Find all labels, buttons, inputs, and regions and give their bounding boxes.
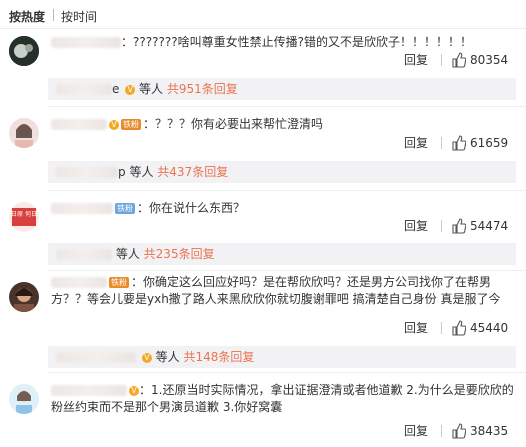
fan-level-badge: 铁粉 (115, 203, 135, 214)
avatar-image (9, 384, 39, 414)
comment-text: ：???????啥叫尊重女性禁止传播?错的又不是欣欣子！！！！！！ (121, 35, 472, 49)
avatar[interactable] (9, 384, 39, 414)
sub-reply-prefix: p (118, 165, 126, 179)
sub-reply-usernames (56, 167, 118, 178)
avatar[interactable]: 转日原 何日原 (9, 202, 39, 232)
like-count: 38435 (470, 424, 509, 438)
like-count: 80354 (470, 53, 509, 67)
comment-text-wrap: 铁粉 ：你确定这么回应好吗？是在帮欣欣吗？还是男方公司找你了在帮男方？？等会儿要是… (51, 274, 516, 308)
like-count: 45440 (470, 321, 509, 335)
username[interactable] (51, 277, 107, 288)
avatar[interactable] (9, 118, 39, 148)
comment-text-wrap: 铁粉 ：你在说什么东西？ (51, 200, 516, 217)
action-divider (441, 220, 442, 232)
tab-by-hot[interactable]: 按热度 (9, 8, 45, 25)
like-icon[interactable] (452, 218, 466, 234)
sort-tabs: 按热度 按时间 (0, 0, 526, 29)
like-count: 54474 (470, 219, 509, 233)
reply-button[interactable]: 回复 (404, 320, 428, 336)
divider (48, 106, 526, 107)
avatar-image: 转日原 何日原 (9, 202, 39, 232)
sub-reply-people: 等人 (115, 247, 140, 261)
more-replies-link[interactable]: 共951条回复 (167, 82, 238, 96)
action-divider (441, 425, 442, 437)
like-count: 61659 (470, 136, 509, 150)
divider (48, 190, 526, 191)
avatar-image (9, 118, 39, 148)
reply-button[interactable]: 回复 (404, 423, 428, 439)
comment-actions: 回复 61659 (396, 135, 516, 151)
sub-reply-usernames (56, 352, 136, 363)
sub-reply-people: 等人 (129, 165, 154, 179)
comment-actions: 回复 80354 (396, 52, 516, 68)
like-icon[interactable] (452, 135, 466, 151)
action-divider (441, 137, 442, 149)
comment-actions: 回复 54474 (396, 218, 516, 234)
avatar-image (9, 282, 39, 312)
divider (48, 270, 526, 271)
sub-replies-bar[interactable]: 等人 共235条回复 (48, 243, 516, 265)
reply-button[interactable]: 回复 (404, 135, 428, 151)
vip-badge-icon: V (129, 385, 139, 396)
avatar-image (9, 36, 39, 66)
reply-button[interactable]: 回复 (404, 52, 428, 68)
vip-badge-icon: V (125, 84, 136, 95)
comment-actions: 回复 38435 (396, 423, 516, 439)
vip-badge-icon: V (141, 352, 152, 363)
tab-by-time[interactable]: 按时间 (61, 8, 97, 25)
sub-replies-bar[interactable]: e V 等人 共951条回复 (48, 78, 516, 100)
username[interactable] (51, 203, 113, 214)
avatar[interactable] (9, 282, 39, 312)
sub-reply-prefix: e (112, 82, 120, 96)
like-icon[interactable] (452, 320, 466, 336)
username[interactable] (51, 119, 107, 130)
fan-level-badge: 铁粉 (121, 119, 141, 130)
sub-replies-bar[interactable]: V 等人 共148条回复 (48, 346, 516, 368)
divider (48, 372, 526, 373)
username[interactable] (51, 385, 127, 396)
fan-level-badge: 铁粉 (109, 277, 129, 288)
more-replies-link[interactable]: 共437条回复 (157, 165, 228, 179)
sub-reply-usernames (56, 249, 112, 260)
tab-divider (53, 9, 54, 21)
username[interactable] (51, 37, 121, 48)
more-replies-link[interactable]: 共235条回复 (144, 247, 215, 261)
like-icon[interactable] (452, 52, 466, 68)
comment-text-wrap: ：???????啥叫尊重女性禁止传播?错的又不是欣欣子！！！！！！ (51, 34, 516, 51)
avatar-text: 转日原 何日原 (9, 210, 39, 218)
comment-text: ：？？？你有必要出来帮忙澄清吗 (143, 117, 324, 131)
reply-button[interactable]: 回复 (404, 218, 428, 234)
sub-reply-usernames (56, 84, 112, 95)
vip-badge-icon: V (109, 119, 119, 130)
more-replies-link[interactable]: 共148条回复 (184, 350, 255, 364)
comment-text-wrap: V ：1.还原当时实际情况，拿出证据澄清或者他道歉 2.为什么是要欣欣的粉丝约束而… (51, 382, 516, 416)
comment-text-wrap: V 铁粉 ：？？？你有必要出来帮忙澄清吗 (51, 116, 516, 133)
comment-actions: 回复 45440 (396, 320, 516, 336)
action-divider (441, 54, 442, 66)
action-divider (441, 322, 442, 334)
sub-reply-people: 等人 (155, 350, 180, 364)
comment-text: ：你在说什么东西？ (137, 201, 246, 215)
like-icon[interactable] (452, 423, 466, 439)
avatar[interactable] (9, 36, 39, 66)
sub-reply-people: 等人 (139, 82, 164, 96)
sub-replies-bar[interactable]: p 等人 共437条回复 (48, 161, 516, 183)
